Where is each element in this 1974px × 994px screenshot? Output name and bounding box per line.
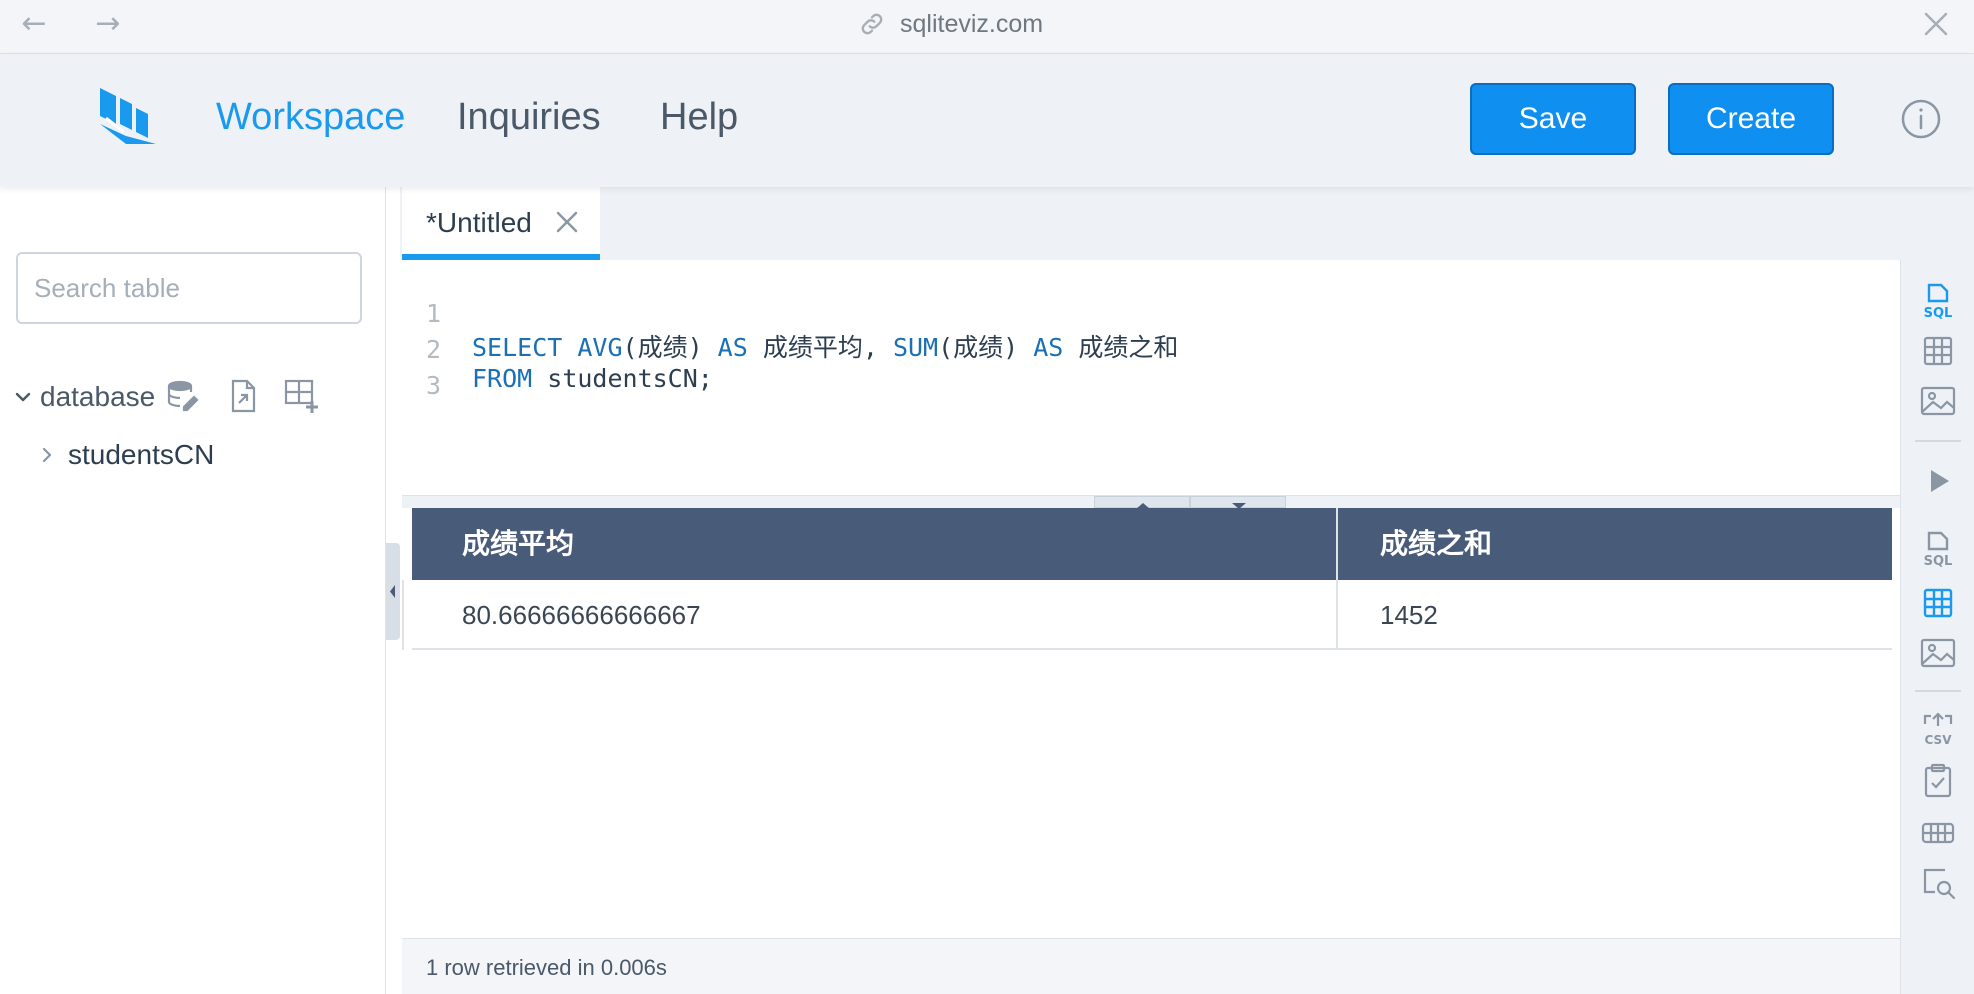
chevron-right-icon[interactable] bbox=[40, 446, 54, 464]
sql-editor[interactable]: 1 SELECT AVG(成绩) AS 成绩平均, SUM(成绩) AS 成绩之… bbox=[402, 260, 1900, 496]
column-header[interactable]: 成绩平均 bbox=[462, 508, 574, 580]
table-cell[interactable]: 1452 bbox=[1380, 580, 1438, 650]
code-line[interactable]: 1 SELECT AVG(成绩) AS 成绩平均, SUM(成绩) AS 成绩之… bbox=[402, 270, 1900, 362]
svg-text:SQL: SQL bbox=[1924, 554, 1953, 568]
schema-sidebar: database studentsCN bbox=[0, 187, 386, 994]
svg-text:SQL: SQL bbox=[1924, 306, 1953, 320]
line-number: 3 bbox=[426, 371, 442, 400]
add-table-icon[interactable] bbox=[282, 377, 320, 415]
browser-toolbar: ← → sqliteviz.com bbox=[0, 0, 1974, 54]
nav-inquiries[interactable]: Inquiries bbox=[457, 96, 601, 139]
search-table-input[interactable] bbox=[16, 252, 362, 324]
arrow-right-icon[interactable]: → bbox=[88, 4, 128, 44]
search-data-icon[interactable] bbox=[1919, 864, 1957, 902]
image-icon[interactable] bbox=[1919, 634, 1957, 672]
code-line[interactable]: 3 bbox=[402, 342, 1900, 400]
row-border bbox=[402, 580, 412, 650]
table-label: studentsCN bbox=[68, 439, 215, 470]
table-header: 成绩平均 成绩之和 bbox=[412, 508, 1892, 580]
panel-splitter[interactable] bbox=[402, 496, 1900, 509]
url-text: sqliteviz.com bbox=[900, 9, 1044, 38]
table-grid-icon[interactable] bbox=[1919, 584, 1957, 622]
link-icon bbox=[861, 13, 883, 35]
close-icon[interactable] bbox=[1916, 4, 1956, 44]
svg-text:CSV: CSV bbox=[1925, 733, 1953, 747]
rail-divider bbox=[1915, 440, 1961, 442]
chevron-down-icon[interactable] bbox=[14, 388, 32, 406]
column-header[interactable]: 成绩之和 bbox=[1380, 508, 1492, 580]
expand-up-button[interactable] bbox=[1094, 496, 1190, 509]
save-button[interactable]: Save bbox=[1470, 83, 1636, 155]
database-edit-icon[interactable] bbox=[164, 377, 202, 415]
address-bar[interactable]: sqliteviz.com bbox=[858, 4, 1043, 44]
sql-icon[interactable]: SQL bbox=[1919, 530, 1957, 568]
status-text: 1 row retrieved in 0.006s bbox=[426, 955, 667, 980]
sidebar-item-studentsCN[interactable]: studentsCN bbox=[40, 435, 214, 475]
table-row: 80.66666666666667 1452 bbox=[412, 580, 1892, 650]
tab-label: *Untitled bbox=[426, 207, 532, 238]
clipboard-check-icon[interactable] bbox=[1919, 762, 1957, 800]
status-bar: 1 row retrieved in 0.006s bbox=[402, 938, 1900, 994]
code-line[interactable]: 2 FROM studentsCN; bbox=[402, 306, 1900, 393]
import-file-icon[interactable] bbox=[224, 377, 262, 415]
sql-icon[interactable]: SQL bbox=[1919, 282, 1957, 320]
nav-help[interactable]: Help bbox=[660, 96, 738, 139]
sidebar-collapse-handle[interactable] bbox=[386, 543, 400, 640]
table-grid-icon[interactable] bbox=[1919, 332, 1957, 370]
rail-divider bbox=[1915, 690, 1961, 692]
database-node[interactable]: database bbox=[14, 377, 155, 417]
play-icon[interactable] bbox=[1919, 462, 1957, 500]
expand-down-button[interactable] bbox=[1190, 496, 1286, 509]
tab-untitled[interactable]: *Untitled bbox=[402, 187, 600, 260]
result-tool-rail: SQL CSV bbox=[1900, 508, 1974, 994]
database-label: database bbox=[40, 381, 156, 412]
column-divider bbox=[1336, 508, 1338, 650]
caret-left-icon bbox=[390, 585, 395, 598]
pivot-table-icon[interactable] bbox=[1919, 814, 1957, 852]
create-button[interactable]: Create bbox=[1668, 83, 1834, 155]
result-table: 成绩平均 成绩之和 80.66666666666667 1452 bbox=[402, 508, 1900, 938]
nav-workspace[interactable]: Workspace bbox=[216, 96, 405, 139]
tab-bar: *Untitled bbox=[400, 187, 1974, 260]
image-icon[interactable] bbox=[1919, 382, 1957, 420]
info-icon[interactable] bbox=[1900, 98, 1942, 140]
app-header: Workspace Inquiries Help Save Create bbox=[0, 54, 1974, 187]
close-tab-icon[interactable] bbox=[554, 209, 580, 235]
table-cell[interactable]: 80.66666666666667 bbox=[462, 580, 701, 650]
export-csv-icon[interactable]: CSV bbox=[1919, 710, 1957, 748]
editor-tool-rail: SQL bbox=[1900, 260, 1974, 508]
arrow-left-icon[interactable]: ← bbox=[14, 4, 54, 44]
logo-icon[interactable] bbox=[96, 84, 162, 150]
